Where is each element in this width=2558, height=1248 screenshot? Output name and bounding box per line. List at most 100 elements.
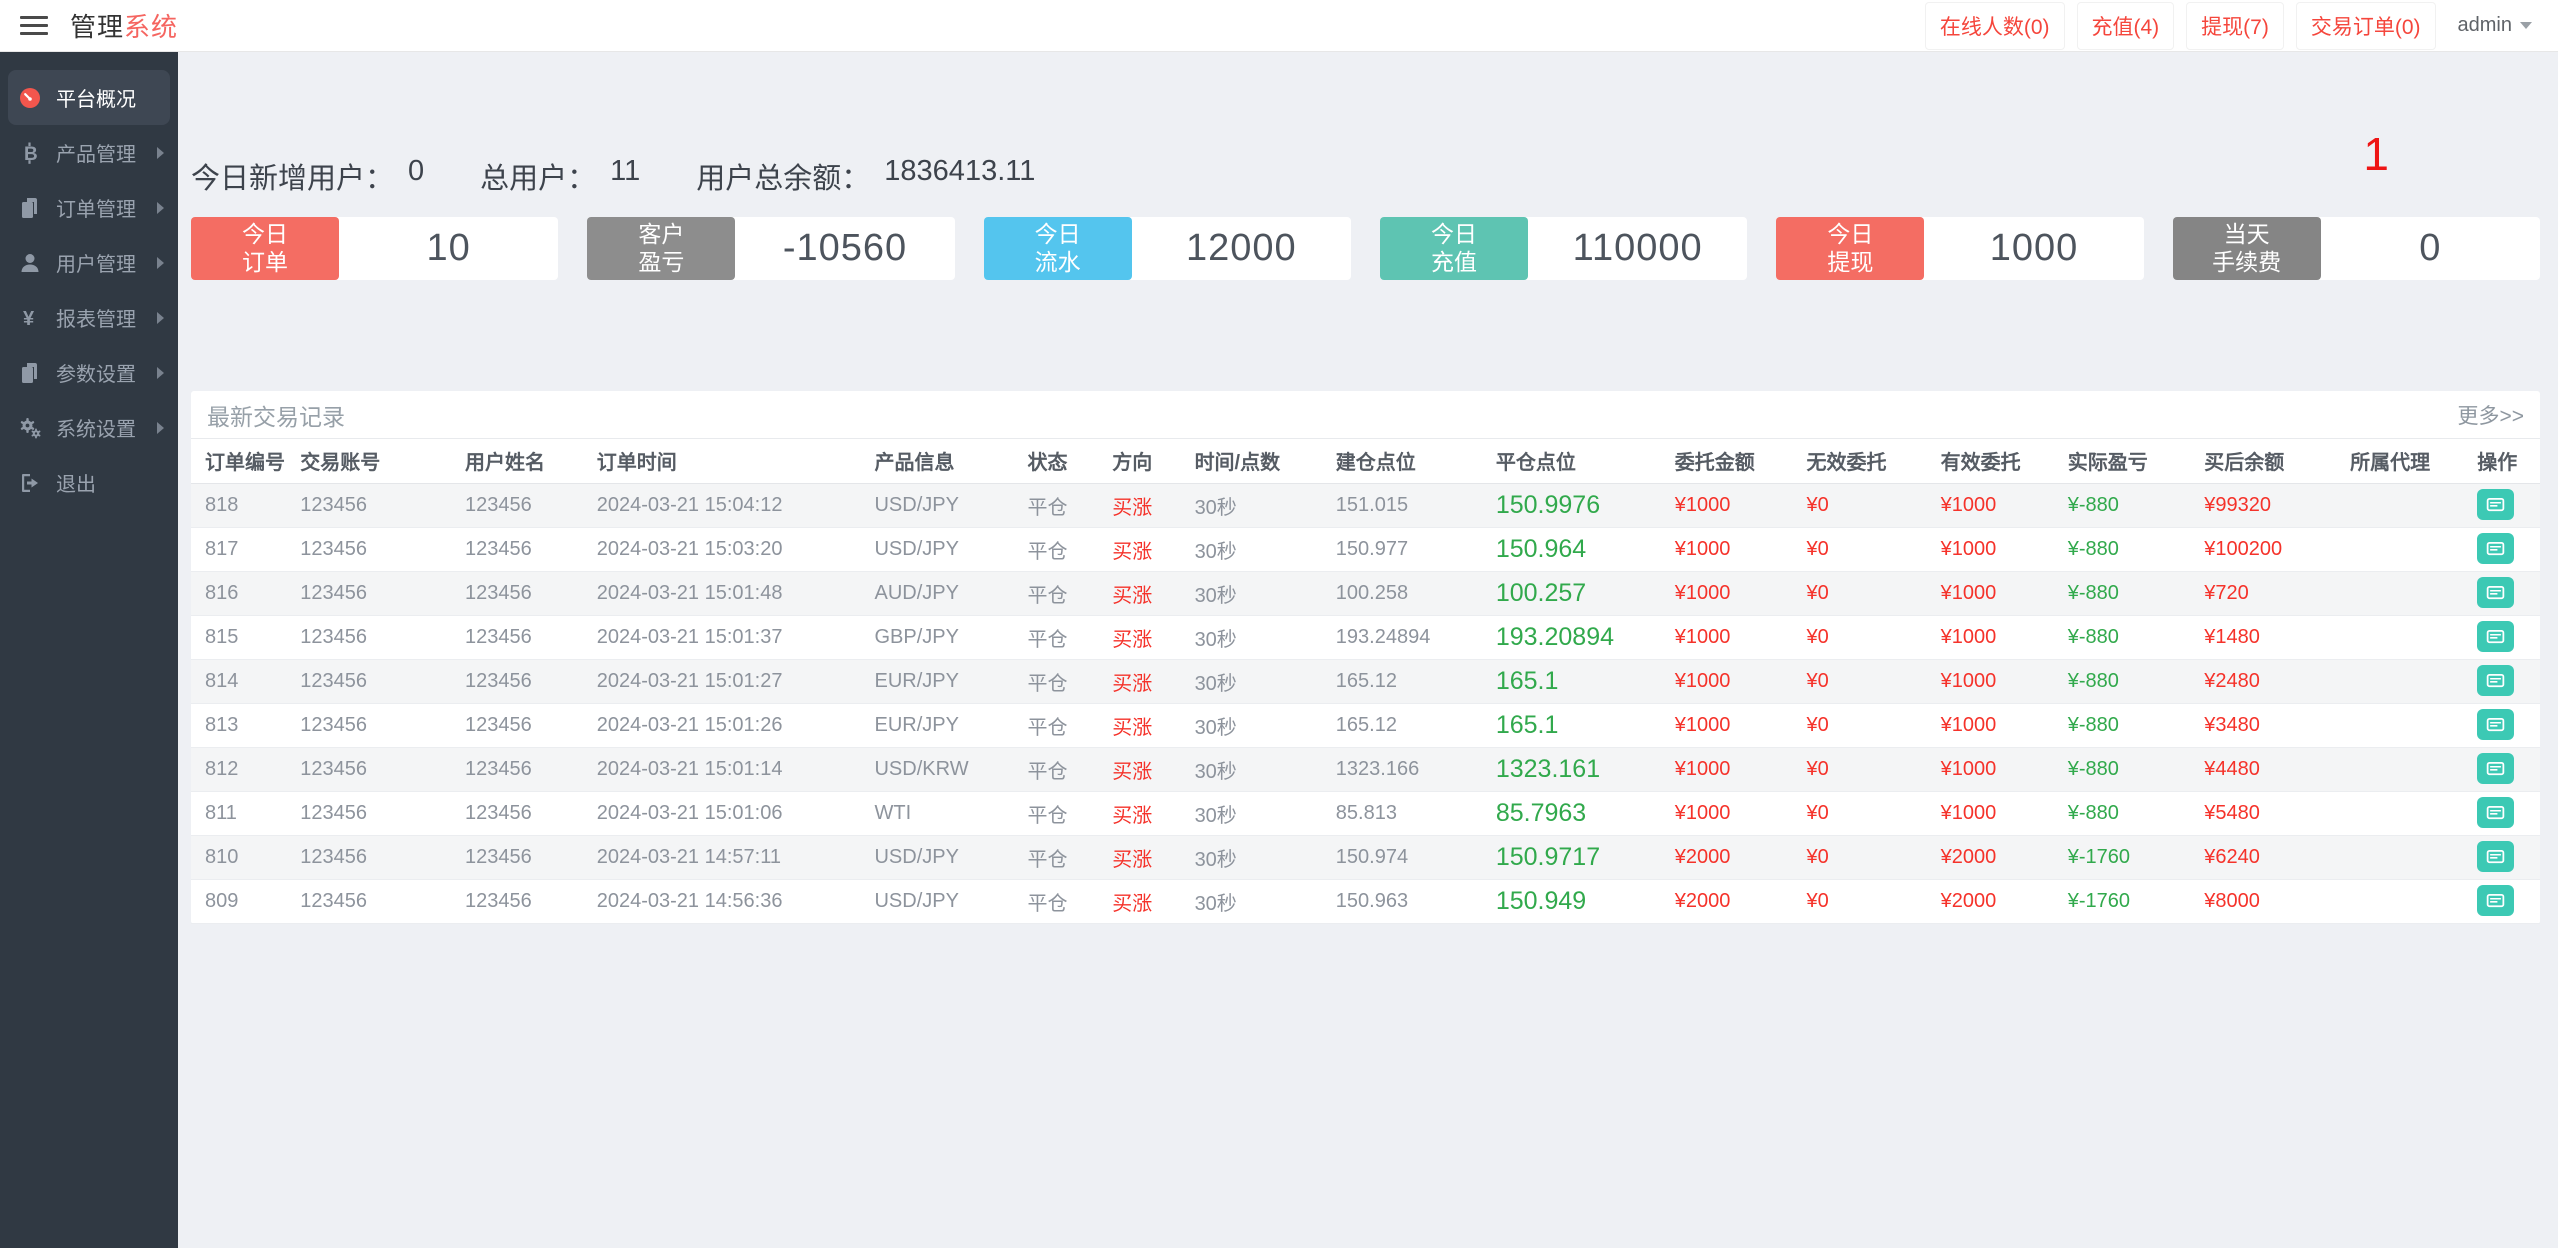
cell-actual-pnl: ¥-880 [2059,659,2197,704]
cell-status: 平仓 [1019,879,1105,924]
card-label: 当天 手续费 [2172,217,2321,280]
cell-order-id: 815 [191,615,293,660]
column-header: 委托金额 [1666,439,1799,484]
cell-period: 30秒 [1186,615,1328,660]
cell-close-price: 165.1 [1487,659,1667,704]
column-header: 方向 [1104,439,1187,484]
table-row: 813 123456 123456 2024-03-21 15:01:26 EU… [191,703,2540,748]
sidebar-item-users[interactable]: 用户管理 [0,235,178,290]
cell-invalid-amount: ¥0 [1798,835,1933,880]
cell-order-amount: ¥1000 [1666,791,1799,836]
sidebar-item-orders[interactable]: 订单管理 [0,180,178,235]
cell-account: 123456 [292,615,457,660]
sidebar-item-label: 订单管理 [56,199,136,221]
table-header-row: 订单编号 交易账号 用户姓名 订单时间 产品信息 状态 方向 时间/点数 建仓点… [191,439,2540,484]
detail-button[interactable] [2477,797,2515,828]
stat-value: 0 [408,155,425,187]
recharge-link[interactable]: 充值(4) [2076,1,2175,50]
detail-list-icon [2487,849,2505,864]
cell-actual-pnl: ¥-880 [2059,791,2197,836]
withdraw-link[interactable]: 提现(7) [2186,1,2284,50]
cell-product: AUD/JPY [866,571,1020,616]
cell-actions [2469,879,2540,924]
sidebar-item-reports[interactable]: ¥ 报表管理 [0,290,178,345]
cell-order-amount: ¥1000 [1666,703,1799,748]
card-customer-pnl: 客户 盈亏 -10560 [587,217,955,280]
dashboard-icon [20,87,40,108]
cell-direction: 买涨 [1104,835,1187,880]
cell-open-price: 100.258 [1327,571,1488,616]
online-users-link[interactable]: 在线人数(0) [1924,1,2065,50]
topbar: 管理系统 在线人数(0) 充值(4) 提现(7) 交易订单(0) admin [0,0,2558,52]
cell-invalid-amount: ¥0 [1798,879,1933,924]
column-header: 无效委托 [1798,439,1933,484]
sidebar-item-logout[interactable]: 退出 [0,455,178,510]
cell-close-price: 100.257 [1487,571,1667,616]
cell-agent [2342,835,2470,880]
cell-status: 平仓 [1019,747,1105,792]
cell-order-amount: ¥1000 [1666,659,1799,704]
more-link[interactable]: 更多>> [2457,400,2524,430]
cell-user-name: 123456 [456,835,589,880]
detail-list-icon [2487,497,2505,512]
cell-open-price: 85.813 [1327,791,1488,836]
cell-actual-pnl: ¥-880 [2059,571,2197,616]
column-header: 交易账号 [292,439,457,484]
cell-valid-amount: ¥2000 [1932,835,2060,880]
cell-valid-amount: ¥1000 [1932,615,2060,660]
cell-product: EUR/JPY [866,703,1020,748]
sidebar-item-label: 用户管理 [56,254,136,276]
chevron-right-icon [157,256,164,269]
admin-username: admin [2457,14,2512,36]
hamburger-menu-icon[interactable] [20,11,48,40]
stat-value: 11 [610,155,641,187]
cell-account: 123456 [292,483,457,528]
cell-order-amount: ¥1000 [1666,615,1799,660]
admin-dropdown[interactable]: admin [2448,6,2542,45]
detail-button[interactable] [2477,489,2515,520]
cell-actions [2469,615,2540,660]
cell-user-name: 123456 [456,527,589,572]
detail-button[interactable] [2477,753,2515,784]
card-label-line1: 今日 [1827,220,1874,247]
cell-period: 30秒 [1186,747,1328,792]
trade-orders-link[interactable]: 交易订单(0) [2295,1,2436,50]
detail-button[interactable] [2477,533,2515,564]
detail-button[interactable] [2477,621,2515,652]
cell-balance-after: ¥2480 [2196,659,2343,704]
cell-agent [2342,659,2470,704]
card-label: 客户 盈亏 [587,217,736,280]
card-today-withdraw: 今日 提现 1000 [1776,217,2144,280]
sidebar-item-products[interactable]: B 产品管理 [0,125,178,180]
sidebar-item-system-settings[interactable]: 系统设置 [0,400,178,455]
sidebar-item-platform-overview[interactable]: 平台概况 [8,70,170,125]
detail-button[interactable] [2477,665,2515,696]
card-label: 今日 订单 [191,217,339,280]
panel-title: 最新交易记录 [207,403,345,430]
sidebar-item-label: 报表管理 [56,309,136,331]
card-label-line1: 今日 [1430,220,1477,247]
card-label-line2: 提现 [1827,248,1874,275]
detail-button[interactable] [2477,577,2515,608]
trades-table: 订单编号 交易账号 用户姓名 订单时间 产品信息 状态 方向 时间/点数 建仓点… [191,439,2540,924]
cell-account: 123456 [292,835,457,880]
cell-invalid-amount: ¥0 [1798,747,1933,792]
card-label-line2: 充值 [1430,248,1477,275]
detail-button[interactable] [2477,709,2515,740]
detail-button[interactable] [2477,841,2515,872]
cell-close-price: 85.7963 [1487,791,1667,836]
cell-product: USD/KRW [866,747,1020,792]
yen-icon: ¥ [23,308,35,330]
cell-order-time: 2024-03-21 15:01:48 [588,571,867,616]
latest-trades-panel: 最新交易记录 更多>> 订单编号 交易账号 用户姓名 订单时间 产品信息 状态 … [191,391,2540,924]
cell-product: WTI [866,791,1020,836]
topbar-right: 在线人数(0) 充值(4) 提现(7) 交易订单(0) admin [1924,1,2558,50]
cell-close-price: 193.20894 [1487,615,1667,660]
detail-button[interactable] [2477,885,2515,916]
cell-valid-amount: ¥1000 [1932,527,2060,572]
cell-agent [2342,703,2470,748]
cell-agent [2342,747,2470,792]
sidebar-item-parameters[interactable]: 参数设置 [0,345,178,400]
cell-product: GBP/JPY [866,615,1020,660]
cell-valid-amount: ¥1000 [1932,571,2060,616]
